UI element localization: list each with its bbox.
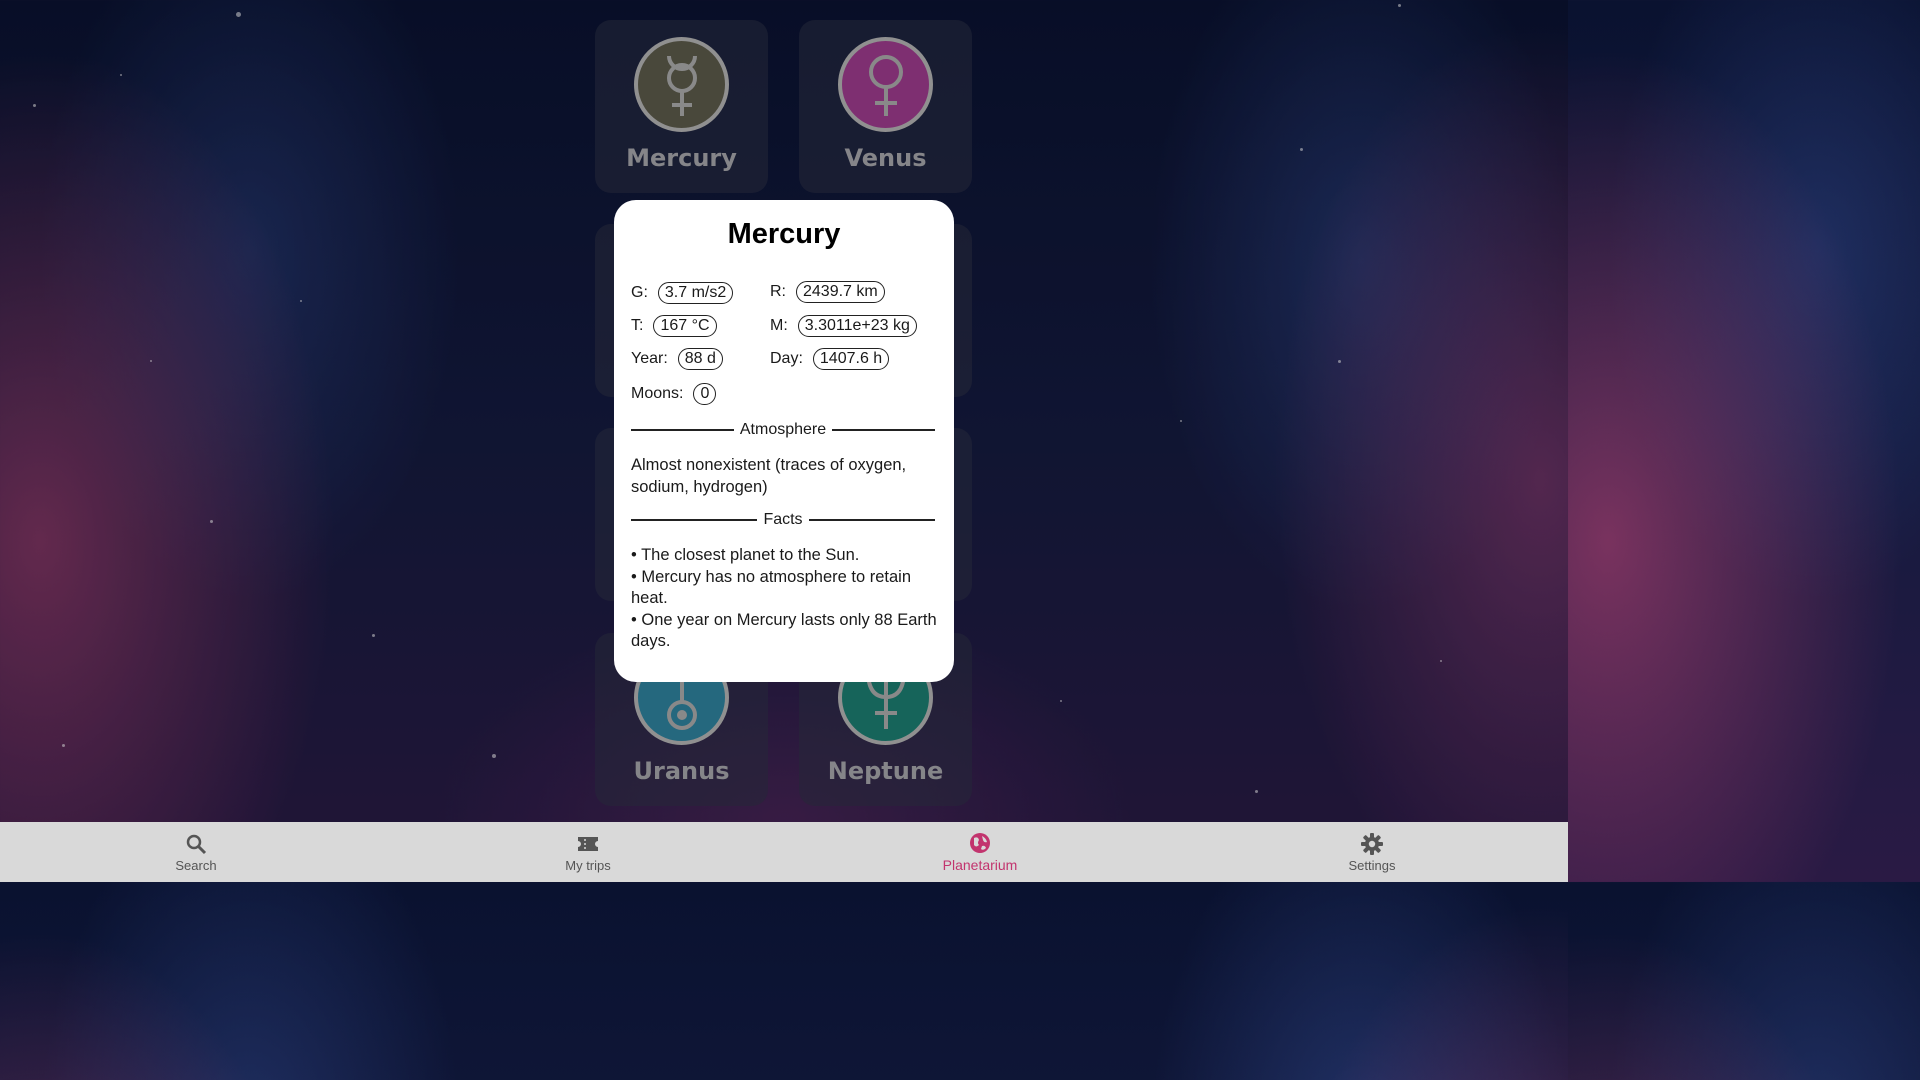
gear-icon [1361,832,1383,856]
moons-stat: Moons: 0 [631,383,717,405]
year-value: 88 d [677,348,723,370]
mass-label: M: [770,317,788,334]
gravity-label: G: [631,284,648,301]
nav-label: Planetarium [942,857,1018,873]
mass-value: 3.3011e+23 kg [797,315,917,337]
day-label: Day: [770,350,803,367]
ticket-icon [577,832,599,856]
nav-item-planetarium[interactable]: Planetarium [920,822,1040,882]
fact-item: • One year on Mercury lasts only 88 Eart… [631,610,937,651]
fact-item: • Mercury has no atmosphere to retain he… [631,567,911,608]
search-icon [185,832,207,856]
gravity-stat: G: 3.7 m/s2 [631,282,734,304]
atmosphere-divider: Atmosphere [631,421,936,439]
day-value: 1407.6 h [812,348,890,370]
nav-item-settings[interactable]: Settings [1312,822,1432,882]
year-label: Year: [631,350,668,367]
facts-heading: Facts [763,511,803,528]
day-stat: Day: 1407.6 h [770,348,890,370]
fact-item: • The closest planet to the Sun. [631,546,860,564]
nav-label: Search [175,857,217,873]
planet-details-dialog: Mercury G: 3.7 m/s2 R: 2439.7 km T: 167 … [614,200,954,682]
globe-icon [969,831,991,855]
radius-stat: R: 2439.7 km [770,281,885,303]
nav-label: Settings [1348,857,1396,873]
moons-value: 0 [693,383,717,405]
facts-divider: Facts [631,511,935,529]
nav-item-my-trips[interactable]: My trips [528,822,648,882]
atmosphere-text: Almost nonexistent (traces of oxygen, so… [631,456,907,496]
atmosphere-heading: Atmosphere [739,421,827,438]
divider-line [808,519,935,521]
temperature-value: 167 °C [653,315,717,337]
moons-label: Moons: [631,385,684,402]
divider-line [631,519,758,521]
bottom-navigation: Search My trips Planetarium Settings [0,822,1568,882]
gravity-value: 3.7 m/s2 [657,282,734,304]
radius-label: R: [770,283,786,300]
divider-line [631,429,734,431]
divider-line [832,429,936,431]
year-stat: Year: 88 d [631,348,723,370]
dialog-title: Mercury [727,218,841,250]
temperature-stat: T: 167 °C [631,315,717,337]
facts-list: • The closest planet to the Sun. • Mercu… [631,545,941,653]
radius-value: 2439.7 km [796,281,885,303]
mass-stat: M: 3.3011e+23 kg [770,315,917,337]
nav-item-search[interactable]: Search [136,822,256,882]
nav-label: My trips [565,857,611,873]
temperature-label: T: [631,317,644,334]
